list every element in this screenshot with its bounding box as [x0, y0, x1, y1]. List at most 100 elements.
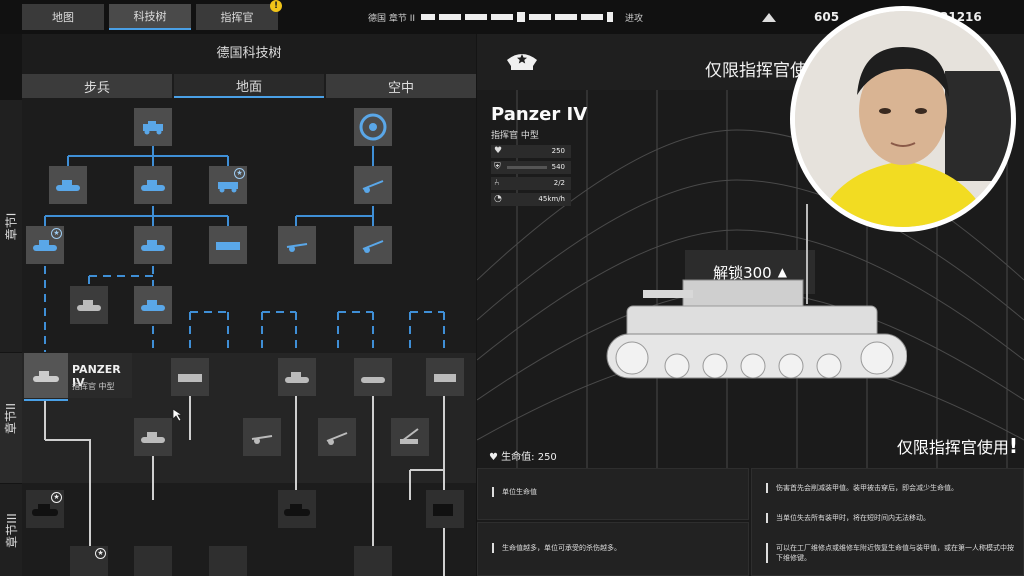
officer-cap-icon — [507, 54, 537, 70]
tank-icon — [33, 370, 59, 382]
artillery-icon — [362, 240, 384, 253]
tank-model — [606, 204, 907, 379]
info-line: 生命值越多，单位可承受的杀伤越多。 — [492, 543, 621, 553]
tech-node-locked-10[interactable] — [278, 490, 316, 528]
stat-seats-value: 2/2 — [553, 179, 565, 187]
wheel-icon — [359, 113, 387, 141]
artillery-icon — [400, 428, 419, 444]
artillery-icon — [326, 432, 348, 445]
tech-node-locked-2[interactable] — [278, 358, 316, 396]
tank-icon — [141, 432, 165, 443]
stat-seats: ⑃ 2/2 — [491, 177, 571, 190]
tank-icon — [141, 240, 165, 251]
streamer-image — [795, 11, 1011, 227]
tech-node-commander-car[interactable]: ★ — [209, 166, 247, 204]
commander-star-icon: ★ — [51, 228, 62, 239]
speed-icon: ◔ — [494, 194, 502, 204]
tank-icon — [361, 377, 385, 383]
tech-node-locked-6[interactable] — [243, 418, 281, 456]
progress-marker — [517, 12, 526, 22]
tank-icon — [285, 372, 309, 383]
info-box-description: 生命值越多，单位可承受的杀伤越多。 — [477, 522, 749, 576]
tech-node-field-gun[interactable] — [354, 226, 392, 264]
tech-node-locked-11[interactable] — [426, 490, 464, 528]
tech-node-halftrack[interactable] — [209, 226, 247, 264]
webcam-overlay — [790, 6, 1016, 232]
progress-segment — [529, 14, 552, 20]
gun-icon — [251, 435, 273, 444]
tech-node-locked-14[interactable] — [209, 546, 247, 576]
stat-speed-value: 45km/h — [538, 195, 565, 203]
tech-node-medium-tank[interactable] — [134, 226, 172, 264]
stat-health-value: 250 — [551, 147, 565, 155]
tech-node-locked-13[interactable] — [134, 546, 172, 576]
armored-car-icon — [143, 121, 163, 135]
tech-node-locked-8[interactable] — [391, 418, 429, 456]
tech-node-commander-tank[interactable]: ★ — [26, 226, 64, 264]
commander-star-icon: ★ — [51, 492, 62, 503]
tech-node-locked-4[interactable] — [426, 358, 464, 396]
artillery-icon — [362, 180, 384, 193]
progress-end-label: 进攻 — [625, 13, 644, 24]
tech-node-locked-3[interactable] — [354, 358, 392, 396]
halftrack-icon — [178, 374, 202, 382]
gun-icon — [286, 243, 308, 252]
streamer-video — [795, 11, 1011, 227]
commander-star-icon: ★ — [95, 548, 106, 559]
resource-icon — [762, 13, 776, 22]
progress-segment — [581, 14, 604, 20]
selected-unit-card[interactable]: PANZER IV 指挥官 中型 — [24, 353, 132, 401]
tank-icon — [141, 180, 165, 191]
armored-car-icon — [218, 182, 238, 193]
tank-icon — [77, 300, 101, 311]
stat-health: ♥ 250 — [491, 145, 571, 158]
tech-node-locked-5[interactable] — [134, 418, 172, 456]
tech-node-at-gun[interactable] — [278, 226, 316, 264]
stat-armor-value: 540 — [551, 163, 565, 171]
unit-name: Panzer IV — [491, 104, 588, 125]
seat-icon: ⑃ — [494, 178, 500, 188]
progress-segment — [491, 14, 514, 20]
tank-icon — [141, 300, 165, 311]
tech-node-locked-9[interactable]: ★ — [26, 490, 64, 528]
armor-bar — [507, 166, 547, 169]
tech-node-locked-15[interactable] — [354, 546, 392, 576]
heart-icon: ♥ — [489, 452, 498, 463]
tank-icon — [284, 504, 310, 516]
tech-node-locked-12[interactable]: ★ — [70, 546, 108, 576]
unit-subtitle: 指挥官 中型 — [491, 131, 539, 141]
mouse-cursor-icon — [172, 408, 184, 422]
progress-segment — [555, 14, 578, 20]
tank-icon — [33, 240, 57, 251]
tech-node-tank-2[interactable] — [134, 166, 172, 204]
halftrack-icon — [216, 242, 240, 250]
tech-node-locked-7[interactable] — [318, 418, 356, 456]
progress-marker — [607, 12, 614, 22]
tech-node-locked-1[interactable] — [171, 358, 209, 396]
stat-speed: ◔ 45km/h — [491, 193, 571, 206]
commander-only-note: 仅限指挥官使用! — [896, 434, 1018, 458]
tech-node-tank-3[interactable] — [134, 286, 172, 324]
selected-indicator — [24, 399, 68, 401]
info-line: 伤害首先会削减装甲值。装甲被击穿后，即会减少生命值。 — [766, 483, 1016, 493]
artillery-icon — [433, 504, 453, 516]
info-box-details: 伤害首先会削减装甲值。装甲被击穿后，即会减少生命值。 当单位失去所有装甲时，将在… — [751, 468, 1024, 576]
tech-node-light-tank[interactable] — [49, 166, 87, 204]
tech-node-artillery[interactable] — [354, 166, 392, 204]
stat-armor: ⛨ 540 — [491, 161, 571, 174]
rocket-icon — [434, 374, 456, 382]
commander-star-icon: ★ — [234, 168, 245, 179]
tank-icon — [56, 180, 80, 191]
info-line: 单位生命值 — [492, 487, 537, 497]
info-line: 可以在工厂维修点或维修车附近恢复生命值与装甲值，或在第一人称模式中按下维修键。 — [766, 543, 1016, 563]
heart-icon: ♥ — [494, 146, 503, 156]
tech-node-wheel[interactable] — [354, 108, 392, 146]
info-line: 当单位失去所有装甲时，将在短时间内无法移动。 — [766, 513, 1016, 523]
tech-node-locked-tank[interactable] — [70, 286, 108, 324]
info-box-title: 单位生命值 — [477, 468, 749, 520]
selected-unit-sub: 指挥官 中型 — [72, 382, 115, 391]
tech-node-panzer-iv[interactable] — [24, 353, 68, 398]
tech-node-armored-car[interactable] — [134, 108, 172, 146]
health-label: ♥ 生命值: 250 — [489, 452, 557, 463]
funds-value: 605 — [814, 10, 840, 24]
